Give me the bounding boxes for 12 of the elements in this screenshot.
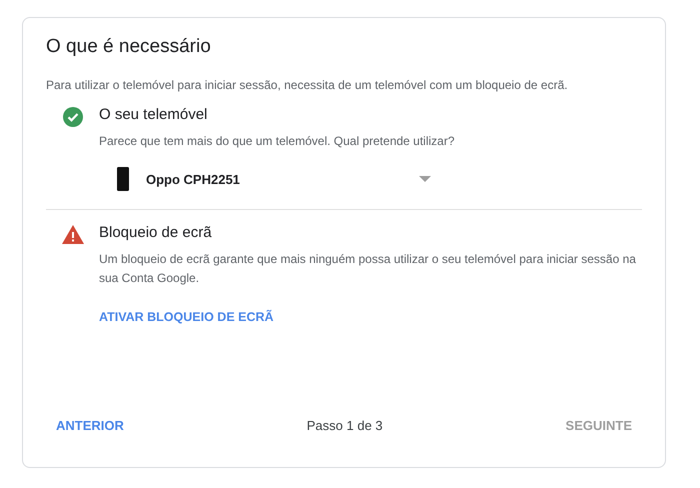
requirement-title: Bloqueio de ecrã [99, 224, 213, 241]
requirement-description: Um bloqueio de ecrã garante que mais ninguém possa utilizar o seu telemóvel para iniciar sessão na sua Conta Google. [99, 251, 637, 287]
dialog-title: O que é necessário [46, 36, 212, 58]
intro-text: Para utilizar o telemóvel para iniciar sessão, necessita de um telemóvel com um bloqueio de ecrã. [46, 78, 569, 92]
back-button[interactable]: ANTERIOR [56, 416, 124, 435]
step-indicator: Passo 1 de 3 [306, 418, 383, 433]
phone-icon [117, 167, 129, 191]
caret-icon [419, 176, 431, 182]
requirement-title: O seu telemóvel [99, 106, 208, 123]
requirement-description: Parece que tem mais do que um telemóvel. Qual pretende utilizar? [99, 133, 456, 150]
device-select[interactable]: Oppo CPH2251 [99, 163, 435, 195]
enable-lock-link[interactable]: ATIVAR BLOQUEIO DE ECRÃ [99, 310, 274, 324]
